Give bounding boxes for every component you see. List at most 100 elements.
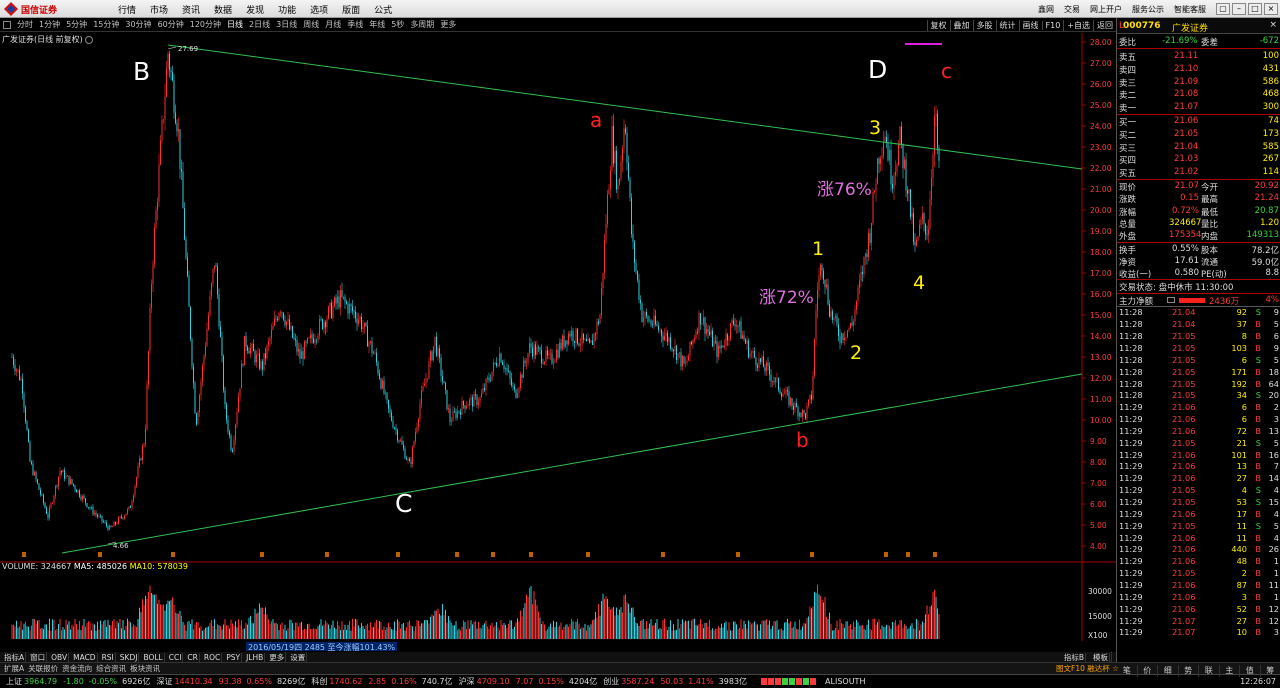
- chart-tool-button[interactable]: +自选: [1063, 19, 1093, 31]
- period-tab[interactable]: 周线: [303, 19, 319, 30]
- menu-item[interactable]: 市场: [150, 3, 168, 16]
- quote-tab[interactable]: 值: [1240, 665, 1261, 677]
- indicator-tab[interactable]: 设置: [289, 651, 308, 663]
- indicator-tab[interactable]: PSY: [225, 652, 243, 662]
- bottom-link[interactable]: 资金流向: [62, 663, 92, 674]
- period-tab[interactable]: 年线: [369, 19, 385, 30]
- kline-chart[interactable]: 28.0027.0026.0025.0024.0023.0022.0021.00…: [0, 33, 1116, 561]
- period-tab[interactable]: 月线: [325, 19, 341, 30]
- menu-item[interactable]: 公式: [374, 3, 392, 16]
- event-marker[interactable]: [396, 552, 400, 557]
- quote-tab[interactable]: 联: [1199, 665, 1220, 677]
- top-link[interactable]: 服务公示: [1132, 4, 1164, 15]
- quote-tab[interactable]: 笔: [1117, 665, 1138, 677]
- ask-price[interactable]: 21.11: [1174, 51, 1198, 61]
- bid-price[interactable]: 21.03: [1174, 154, 1198, 164]
- menu-item[interactable]: 功能: [278, 3, 296, 16]
- bottom-link[interactable]: 关联报价: [28, 663, 58, 674]
- event-marker[interactable]: [586, 552, 590, 557]
- quote-tab[interactable]: 筹: [1261, 665, 1280, 677]
- event-marker[interactable]: [325, 552, 329, 557]
- chart-tool-button[interactable]: F10: [1041, 20, 1064, 30]
- index-quote[interactable]: 上证 3964.79 -1.80 -0.05% 6926亿: [6, 676, 150, 687]
- indicator-tab[interactable]: 窗口: [29, 651, 48, 663]
- ask-price[interactable]: 21.09: [1174, 77, 1198, 87]
- bid-price[interactable]: 21.06: [1174, 116, 1198, 126]
- bottom-link[interactable]: 板块资讯: [130, 663, 160, 674]
- quote-tab[interactable]: 细: [1158, 665, 1179, 677]
- ask-price[interactable]: 21.08: [1174, 89, 1198, 99]
- indicator-tab[interactable]: 更多: [268, 651, 287, 663]
- event-marker[interactable]: [661, 552, 665, 557]
- menu-item[interactable]: 数据: [214, 3, 232, 16]
- bottom-link[interactable]: 扩展A: [4, 663, 24, 674]
- period-tab[interactable]: 日线: [227, 19, 243, 30]
- quote-tab[interactable]: 势: [1179, 665, 1199, 677]
- period-tab[interactable]: 60分钟: [158, 19, 184, 30]
- maximize-icon[interactable]: □: [1248, 3, 1262, 15]
- chart-tool-button[interactable]: 返回: [1093, 19, 1116, 31]
- quote-tab[interactable]: 价: [1138, 665, 1158, 677]
- chart-tool-button[interactable]: 统计: [995, 19, 1019, 31]
- period-tab[interactable]: 30分钟: [125, 19, 151, 30]
- close-icon[interactable]: ×: [1264, 3, 1278, 15]
- event-marker[interactable]: [98, 552, 102, 557]
- chart-tool-button[interactable]: 画线: [1018, 19, 1042, 31]
- indicator-tab[interactable]: ROC: [203, 652, 223, 662]
- top-link[interactable]: 网上开户: [1090, 4, 1122, 15]
- event-marker[interactable]: [260, 552, 264, 557]
- event-marker[interactable]: [933, 552, 937, 557]
- indicator-tab[interactable]: BOLL: [142, 652, 165, 662]
- event-marker[interactable]: [529, 552, 533, 557]
- indicator-tab[interactable]: SKDJ: [119, 652, 140, 662]
- event-marker[interactable]: [884, 552, 888, 557]
- event-marker[interactable]: [455, 552, 459, 557]
- indicator-tab[interactable]: RSI: [101, 652, 116, 662]
- index-quote[interactable]: 科创 1740.62 2.85 0.16% 740.7亿: [311, 676, 452, 687]
- top-link[interactable]: 鑫网: [1038, 4, 1054, 15]
- top-link[interactable]: 智能客服: [1174, 4, 1206, 15]
- bid-price[interactable]: 21.02: [1174, 167, 1198, 177]
- flow-toggle-icon[interactable]: [1167, 296, 1175, 303]
- panel-toggle-icon[interactable]: [3, 20, 11, 29]
- bid-price[interactable]: 21.04: [1174, 142, 1198, 152]
- period-tab[interactable]: 更多: [440, 19, 456, 30]
- bid-price[interactable]: 21.05: [1174, 129, 1198, 139]
- period-tab[interactable]: 120分钟: [190, 19, 221, 30]
- menu-item[interactable]: 行情: [118, 3, 136, 16]
- period-tab[interactable]: 3日线: [276, 19, 297, 30]
- indicator-tab[interactable]: MACD: [72, 652, 98, 662]
- period-tab[interactable]: 多周期: [410, 19, 434, 30]
- indicator-tab[interactable]: CCI: [168, 652, 184, 662]
- indicator-tab[interactable]: 模板: [1092, 653, 1110, 662]
- event-marker[interactable]: [22, 552, 26, 557]
- f10-link[interactable]: 图文F10 融达杯 ☆: [1056, 663, 1119, 674]
- chart-tool-button[interactable]: 多股: [972, 19, 996, 31]
- index-quote[interactable]: 创业 3587.24 50.03 1.41% 3983亿: [603, 676, 747, 687]
- menu-item[interactable]: 选项: [310, 3, 328, 16]
- ask-price[interactable]: 21.10: [1174, 64, 1198, 74]
- ask-price[interactable]: 21.07: [1174, 102, 1198, 112]
- index-quote[interactable]: 深证 14410.34 93.38 0.65% 8269亿: [156, 676, 305, 687]
- event-marker[interactable]: [906, 552, 910, 557]
- volume-chart[interactable]: 3000015000X1002012年581124710147101471014…: [0, 561, 1116, 641]
- quote-tab[interactable]: 主: [1220, 665, 1240, 677]
- index-quote[interactable]: 沪深 4709.10 7.07 0.15% 4204亿: [459, 676, 598, 687]
- event-marker[interactable]: [171, 552, 175, 557]
- menu-item[interactable]: 版面: [342, 3, 360, 16]
- bottom-link[interactable]: 综合资讯: [96, 663, 126, 674]
- close-panel-icon[interactable]: ×: [1269, 20, 1277, 30]
- top-link[interactable]: 交易: [1064, 4, 1080, 15]
- indicator-tab[interactable]: OBV: [50, 652, 70, 662]
- chart-settings-icon[interactable]: [85, 35, 94, 44]
- menu-item[interactable]: 资讯: [182, 3, 200, 16]
- indicator-tab[interactable]: CR: [186, 652, 200, 662]
- indicator-tab[interactable]: JLHB: [245, 652, 266, 662]
- period-tab[interactable]: 2日线: [249, 19, 270, 30]
- chart-tool-button[interactable]: 复权: [926, 19, 950, 31]
- indicator-tab[interactable]: 指标B: [1062, 653, 1086, 662]
- period-tab[interactable]: 5分钟: [66, 19, 87, 30]
- chart-tool-button[interactable]: 叠加: [949, 19, 973, 31]
- event-marker[interactable]: [736, 552, 740, 557]
- menu-item[interactable]: 发现: [246, 3, 264, 16]
